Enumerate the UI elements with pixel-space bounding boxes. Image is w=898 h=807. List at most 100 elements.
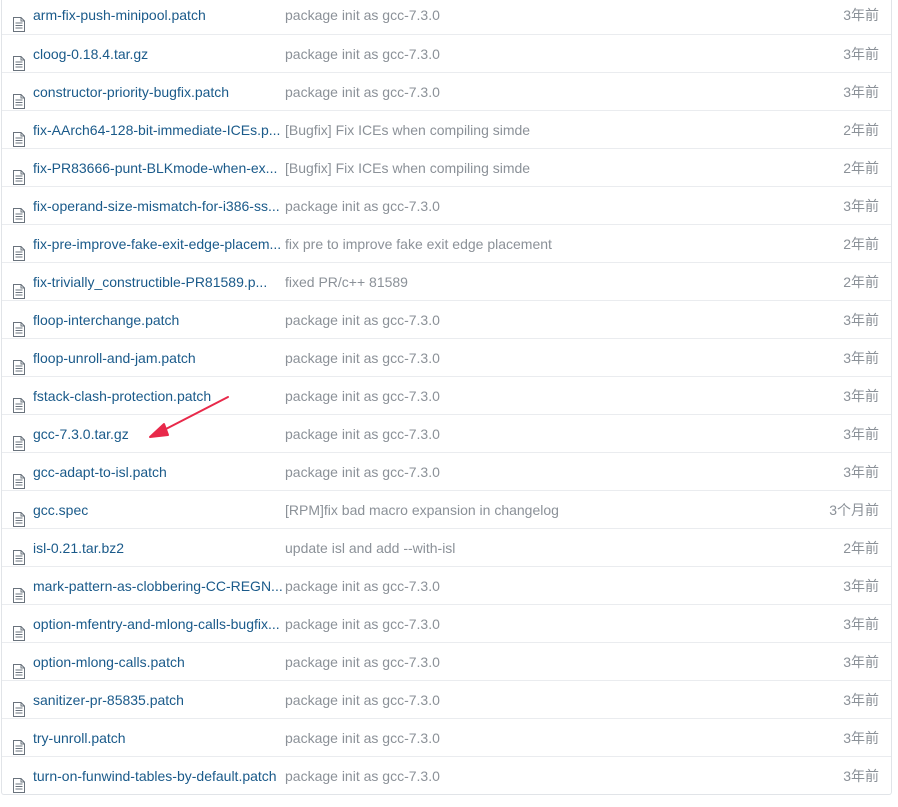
file-text-icon bbox=[13, 427, 25, 451]
file-name-link[interactable]: fix-pre-improve-fake-exit-edge-placem... bbox=[33, 225, 285, 263]
file-row[interactable]: sanitizer-pr-85835.patch package init as… bbox=[2, 680, 891, 718]
commit-age: 3年前 bbox=[843, 730, 879, 746]
commit-message-link[interactable]: [RPM]fix bad macro expansion in changelo… bbox=[285, 491, 725, 529]
commit-message-link[interactable]: package init as gcc-7.3.0 bbox=[285, 567, 725, 605]
file-name-link[interactable]: fix-trivially_constructible-PR81589.p... bbox=[33, 263, 285, 301]
commit-message-link[interactable]: package init as gcc-7.3.0 bbox=[285, 0, 725, 34]
commit-age: 3年前 bbox=[843, 7, 879, 23]
file-text-icon bbox=[13, 351, 25, 375]
commit-message-link[interactable]: update isl and add --with-isl bbox=[285, 529, 725, 567]
file-name-link[interactable]: fstack-clash-protection.patch bbox=[33, 377, 285, 415]
commit-message-link[interactable]: package init as gcc-7.3.0 bbox=[285, 73, 725, 111]
file-name-link[interactable]: floop-unroll-and-jam.patch bbox=[33, 339, 285, 377]
commit-message-link[interactable]: package init as gcc-7.3.0 bbox=[285, 187, 725, 225]
file-text-icon bbox=[13, 161, 25, 185]
file-name-link[interactable]: gcc.spec bbox=[33, 491, 285, 529]
file-row[interactable]: constructor-priority-bugfix.patch packag… bbox=[2, 72, 891, 110]
commit-age: 3年前 bbox=[843, 426, 879, 442]
file-text-icon bbox=[13, 389, 25, 413]
commit-message-link[interactable]: fix pre to improve fake exit edge placem… bbox=[285, 225, 725, 263]
commit-age: 2年前 bbox=[843, 274, 879, 290]
file-name-link[interactable]: option-mlong-calls.patch bbox=[33, 643, 285, 681]
file-row[interactable]: gcc-adapt-to-isl.patch package init as g… bbox=[2, 452, 891, 490]
file-name-link[interactable]: option-mfentry-and-mlong-calls-bugfix... bbox=[33, 605, 285, 643]
commit-message-link[interactable]: package init as gcc-7.3.0 bbox=[285, 757, 725, 795]
file-row[interactable]: fix-pre-improve-fake-exit-edge-placem...… bbox=[2, 224, 891, 262]
file-name-link[interactable]: fix-AArch64-128-bit-immediate-ICEs.p... bbox=[33, 111, 285, 149]
commit-message-link[interactable]: package init as gcc-7.3.0 bbox=[285, 415, 725, 453]
file-text-icon bbox=[13, 731, 25, 755]
commit-age: 3年前 bbox=[843, 768, 879, 784]
file-row[interactable]: floop-unroll-and-jam.patch package init … bbox=[2, 338, 891, 376]
commit-age: 3年前 bbox=[843, 84, 879, 100]
file-row[interactable]: cloog-0.18.4.tar.gz package init as gcc-… bbox=[2, 34, 891, 72]
file-row[interactable]: fix-PR83666-punt-BLKmode-when-ex... [Bug… bbox=[2, 148, 891, 186]
file-name-link[interactable]: mark-pattern-as-clobbering-CC-REGN... bbox=[33, 567, 285, 605]
commit-message-link[interactable]: package init as gcc-7.3.0 bbox=[285, 301, 725, 339]
file-row[interactable]: try-unroll.patch package init as gcc-7.3… bbox=[2, 718, 891, 756]
file-name-link[interactable]: turn-on-funwind-tables-by-default.patch bbox=[33, 757, 285, 795]
file-row[interactable]: floop-interchange.patch package init as … bbox=[2, 300, 891, 338]
file-row[interactable]: isl-0.21.tar.bz2 update isl and add --wi… bbox=[2, 528, 891, 566]
file-name-link[interactable]: gcc-adapt-to-isl.patch bbox=[33, 453, 285, 491]
commit-age: 3年前 bbox=[843, 312, 879, 328]
file-row[interactable]: gcc.spec [RPM]fix bad macro expansion in… bbox=[2, 490, 891, 528]
commit-message-link[interactable]: package init as gcc-7.3.0 bbox=[285, 681, 725, 719]
commit-message-link[interactable]: package init as gcc-7.3.0 bbox=[285, 605, 725, 643]
commit-age: 3年前 bbox=[843, 46, 879, 62]
file-row[interactable]: option-mlong-calls.patch package init as… bbox=[2, 642, 891, 680]
file-row[interactable]: mark-pattern-as-clobbering-CC-REGN... pa… bbox=[2, 566, 891, 604]
commit-age: 3个月前 bbox=[829, 502, 879, 518]
commit-age: 2年前 bbox=[843, 160, 879, 176]
file-text-icon bbox=[13, 655, 25, 679]
file-name-link[interactable]: gcc-7.3.0.tar.gz bbox=[33, 415, 285, 453]
commit-message-link[interactable]: package init as gcc-7.3.0 bbox=[285, 643, 725, 681]
file-text-icon bbox=[13, 769, 25, 793]
commit-message-link[interactable]: [Bugfix] Fix ICEs when compiling simde bbox=[285, 111, 725, 149]
file-text-icon bbox=[13, 199, 25, 223]
file-row[interactable]: turn-on-funwind-tables-by-default.patch … bbox=[2, 756, 891, 794]
file-row[interactable]: arm-fix-push-minipool.patch package init… bbox=[2, 0, 891, 34]
commit-age: 3年前 bbox=[843, 692, 879, 708]
file-row[interactable]: fix-operand-size-mismatch-for-i386-ss...… bbox=[2, 186, 891, 224]
file-row[interactable]: gcc-7.3.0.tar.gz package init as gcc-7.3… bbox=[2, 414, 891, 452]
file-row[interactable]: option-mfentry-and-mlong-calls-bugfix...… bbox=[2, 604, 891, 642]
commit-age: 3年前 bbox=[843, 578, 879, 594]
file-text-icon bbox=[13, 313, 25, 337]
file-name-link[interactable]: arm-fix-push-minipool.patch bbox=[33, 0, 285, 34]
file-text-icon bbox=[13, 47, 25, 71]
commit-age: 3年前 bbox=[843, 616, 879, 632]
commit-age: 3年前 bbox=[843, 388, 879, 404]
commit-age: 3年前 bbox=[843, 198, 879, 214]
file-text-icon bbox=[13, 237, 25, 261]
commit-age: 3年前 bbox=[843, 654, 879, 670]
file-text-icon bbox=[13, 275, 25, 299]
file-text-icon bbox=[13, 617, 25, 641]
file-name-link[interactable]: constructor-priority-bugfix.patch bbox=[33, 73, 285, 111]
file-name-link[interactable]: isl-0.21.tar.bz2 bbox=[33, 529, 285, 567]
commit-message-link[interactable]: [Bugfix] Fix ICEs when compiling simde bbox=[285, 149, 725, 187]
file-row[interactable]: fix-AArch64-128-bit-immediate-ICEs.p... … bbox=[2, 110, 891, 148]
file-name-link[interactable]: cloog-0.18.4.tar.gz bbox=[33, 35, 285, 73]
file-name-link[interactable]: fix-operand-size-mismatch-for-i386-ss... bbox=[33, 187, 285, 225]
file-row[interactable]: fstack-clash-protection.patch package in… bbox=[2, 376, 891, 414]
commit-age: 3年前 bbox=[843, 350, 879, 366]
file-name-link[interactable]: sanitizer-pr-85835.patch bbox=[33, 681, 285, 719]
commit-message-link[interactable]: package init as gcc-7.3.0 bbox=[285, 719, 725, 757]
file-text-icon bbox=[13, 503, 25, 527]
file-text-icon bbox=[13, 123, 25, 147]
file-row[interactable]: fix-trivially_constructible-PR81589.p...… bbox=[2, 262, 891, 300]
commit-message-link[interactable]: package init as gcc-7.3.0 bbox=[285, 377, 725, 415]
file-text-icon bbox=[13, 465, 25, 489]
commit-age: 2年前 bbox=[843, 236, 879, 252]
commit-message-link[interactable]: package init as gcc-7.3.0 bbox=[285, 339, 725, 377]
commit-message-link[interactable]: fixed PR/c++ 81589 bbox=[285, 263, 725, 301]
file-text-icon bbox=[13, 693, 25, 717]
commit-message-link[interactable]: package init as gcc-7.3.0 bbox=[285, 453, 725, 491]
file-text-icon bbox=[13, 85, 25, 109]
commit-message-link[interactable]: package init as gcc-7.3.0 bbox=[285, 35, 725, 73]
file-name-link[interactable]: fix-PR83666-punt-BLKmode-when-ex... bbox=[33, 149, 285, 187]
file-name-link[interactable]: try-unroll.patch bbox=[33, 719, 285, 757]
file-name-link[interactable]: floop-interchange.patch bbox=[33, 301, 285, 339]
file-text-icon bbox=[13, 579, 25, 603]
